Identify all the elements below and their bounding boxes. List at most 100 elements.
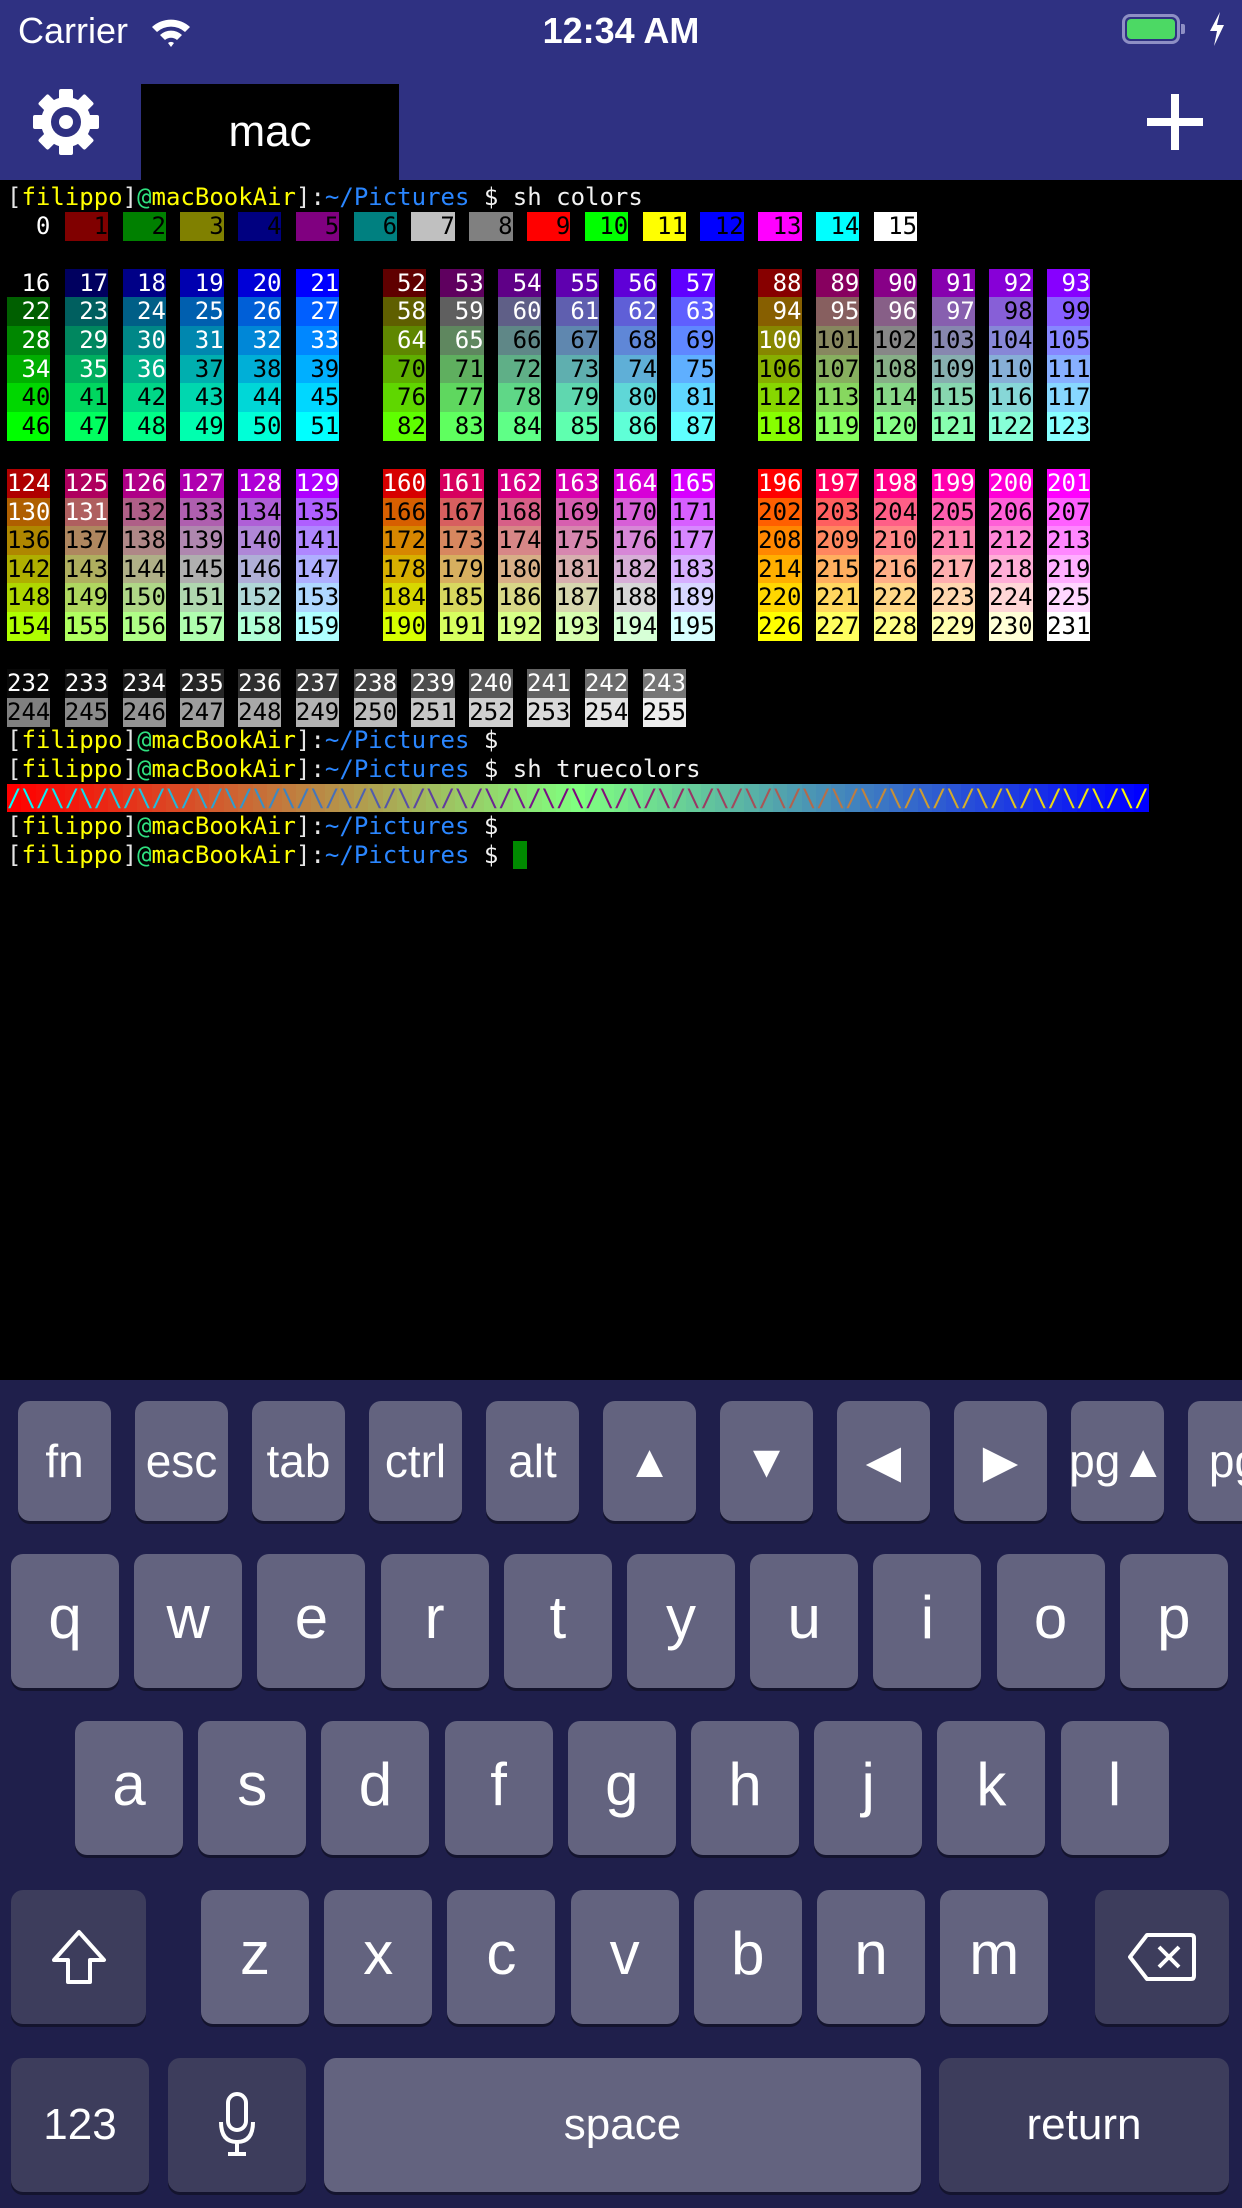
color-swatch: 95 (815, 297, 860, 327)
accessory-key-10[interactable]: pg (1188, 1401, 1242, 1521)
gradient-char: \ (426, 783, 441, 812)
shift-key[interactable] (11, 1890, 146, 2024)
prompt-colon: : (310, 183, 325, 211)
key-q[interactable]: q (11, 1554, 119, 1688)
color-swatch: 109 (931, 354, 975, 384)
prompt-host: macBookAir (151, 183, 297, 211)
color-swatch: 225 (1047, 583, 1091, 613)
color-swatch: 169 (555, 497, 600, 527)
microphone-key[interactable] (168, 2058, 306, 2192)
color-swatch: 144 (122, 554, 166, 584)
delete-key[interactable] (1095, 1890, 1229, 2024)
key-h[interactable]: h (691, 1721, 799, 1855)
key-f[interactable]: f (444, 1721, 553, 1855)
return-key[interactable]: return (939, 2058, 1229, 2192)
key-i[interactable]: i (873, 1554, 982, 1688)
color-swatch: 113 (815, 383, 860, 413)
terminal-line: 154 155 156 157 158 159 190 191 192 193 194 195 226 2… (7, 612, 1105, 641)
accessory-key-5[interactable]: ▲ (603, 1401, 696, 1521)
color-swatch: 204 (873, 497, 918, 527)
color-swatch: 8 (469, 211, 513, 241)
key-a[interactable]: a (75, 1721, 183, 1855)
gradient-char: / (758, 783, 774, 812)
terminal-output[interactable]: [filippo]@macBookAir]:~/Pictures $ sh co… (0, 180, 1242, 1380)
color-swatch: 158 (238, 612, 282, 641)
key-o[interactable]: o (996, 1554, 1105, 1688)
key-k[interactable]: k (937, 1721, 1046, 1855)
accessory-key-1[interactable]: esc (135, 1401, 228, 1521)
color-swatch: 243 (642, 669, 686, 699)
color-swatch: 50 (238, 411, 282, 441)
color-swatch: 10 (584, 211, 629, 241)
key-y[interactable]: y (627, 1554, 735, 1688)
gradient-char: \ (339, 783, 354, 812)
color-swatch: 7 (411, 211, 455, 241)
key-v[interactable]: v (570, 1890, 679, 2024)
terminal-line: 130 131 132 133 134 135 166 167 168 169 170 171 202 2… (7, 497, 1105, 527)
color-swatch: 129 (295, 469, 340, 498)
accessory-key-8[interactable]: ▶ (954, 1401, 1047, 1521)
color-swatch: 121 (931, 411, 975, 441)
color-swatch: 26 (238, 297, 282, 327)
key-s[interactable]: s (198, 1721, 307, 1855)
gradient-char: / (238, 783, 253, 812)
key-m[interactable]: m (940, 1890, 1049, 2024)
color-swatch: 86 (613, 411, 658, 441)
gradient-char: / (64, 783, 80, 812)
accessory-key-6[interactable]: ▼ (720, 1401, 813, 1521)
key-z[interactable]: z (201, 1890, 309, 2024)
prompt-close: ] (296, 726, 311, 755)
tab-mac[interactable]: mac (141, 84, 399, 180)
key-x[interactable]: x (324, 1890, 433, 2024)
color-swatch: 39 (295, 354, 340, 384)
key-c[interactable]: c (447, 1890, 556, 2024)
color-swatch: 251 (411, 697, 455, 727)
plus-icon[interactable] (1147, 94, 1203, 150)
gradient-char: / (1105, 783, 1120, 812)
terminal-line: [filippo]@macBookAir]:~/Pictures $ (7, 840, 527, 870)
prompt-symbol: $ (469, 755, 513, 783)
color-swatch: 242 (584, 669, 629, 699)
numbers-key[interactable]: 123 (11, 2058, 149, 2192)
color-swatch: 101 (815, 326, 860, 355)
gradient-char: / (960, 783, 976, 812)
color-swatch: 93 (1047, 268, 1091, 298)
shift-arrow-icon (51, 1930, 106, 1984)
key-n[interactable]: n (817, 1890, 925, 2024)
space-key[interactable]: space (324, 2058, 921, 2192)
accessory-key-2[interactable]: tab (252, 1401, 345, 1521)
accessory-key-3[interactable]: ctrl (369, 1401, 462, 1521)
gradient-char: / (382, 783, 398, 812)
color-swatch: 135 (295, 497, 340, 527)
key-r[interactable]: r (380, 1554, 489, 1688)
color-swatch: 209 (815, 526, 860, 556)
color-swatch: 29 (64, 326, 109, 355)
gear-icon[interactable] (32, 88, 100, 156)
color-swatch: 63 (671, 297, 715, 327)
key-t[interactable]: t (503, 1554, 612, 1688)
gradient-char: / (874, 783, 889, 812)
top-bar: Carrier 12:34 AM mac (0, 0, 1242, 180)
accessory-key-7[interactable]: ◀ (837, 1401, 930, 1521)
key-p[interactable]: p (1119, 1554, 1228, 1688)
color-swatch: 161 (440, 469, 484, 498)
color-swatch: 150 (122, 583, 166, 613)
key-b[interactable]: b (693, 1890, 802, 2024)
key-e[interactable]: e (257, 1554, 366, 1688)
accessory-key-4[interactable]: alt (486, 1401, 579, 1521)
accessory-key-9[interactable]: pg▲ (1069, 1401, 1166, 1521)
key-l[interactable]: l (1060, 1721, 1169, 1855)
key-d[interactable]: d (321, 1721, 430, 1855)
key-u[interactable]: u (750, 1554, 859, 1688)
gradient-char: / (700, 783, 716, 812)
accessory-key-0[interactable]: fn (18, 1401, 111, 1521)
color-swatch: 224 (989, 583, 1033, 613)
gradient-char: \ (165, 783, 181, 812)
color-swatch: 19 (180, 268, 224, 298)
color-swatch: 219 (1047, 554, 1091, 584)
prompt-close: ] (122, 812, 138, 841)
key-w[interactable]: w (134, 1554, 243, 1688)
key-g[interactable]: g (567, 1721, 676, 1855)
key-j[interactable]: j (814, 1721, 923, 1855)
color-swatch: 79 (555, 383, 600, 413)
